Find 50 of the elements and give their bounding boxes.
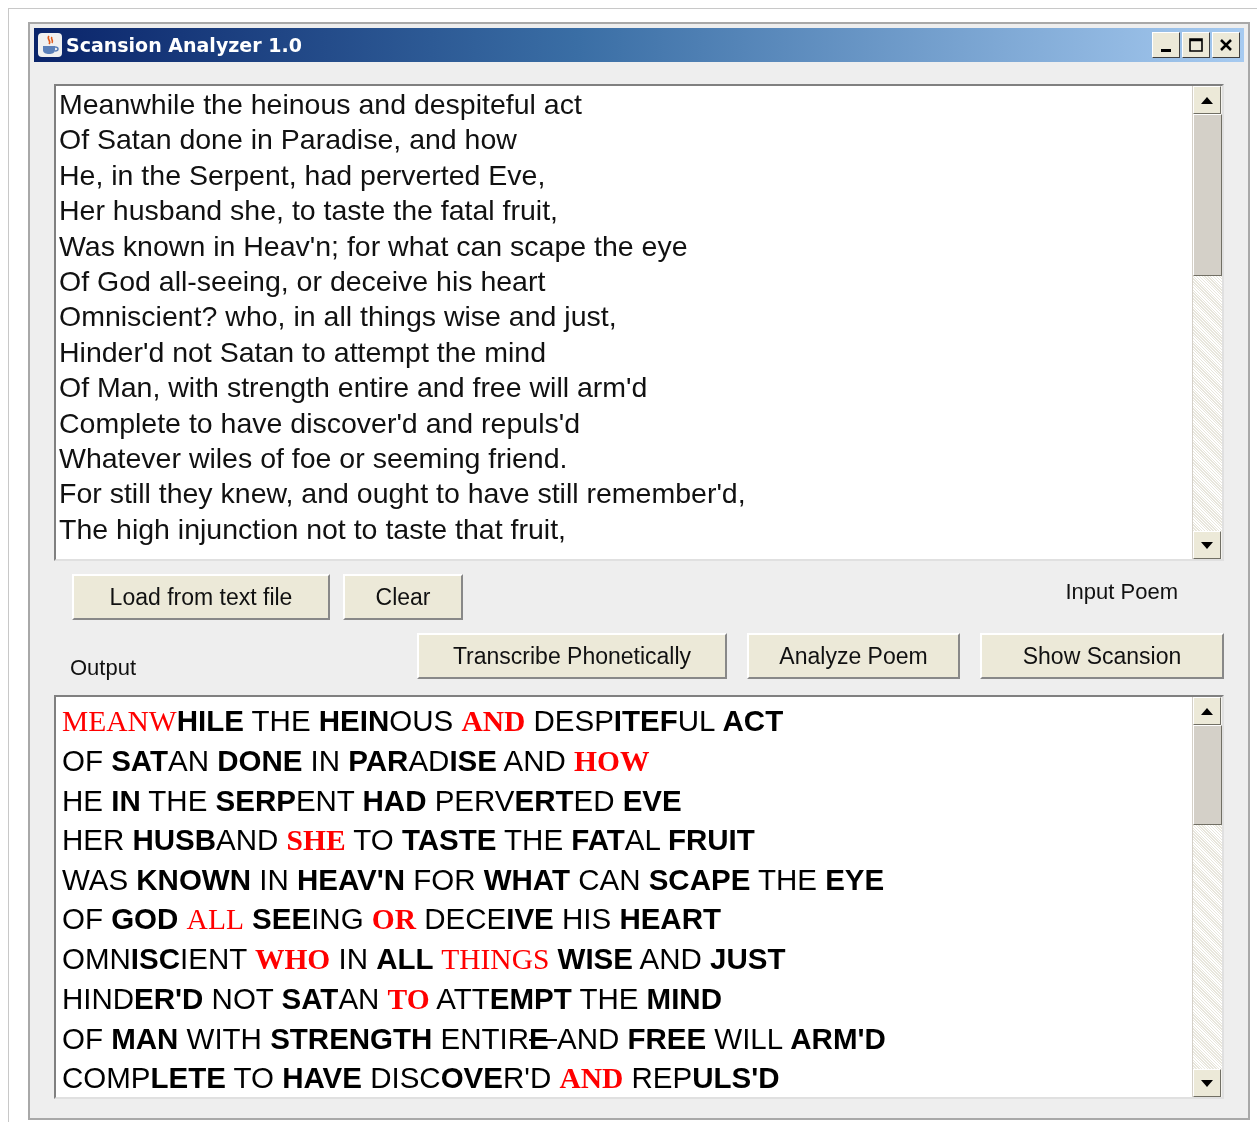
poem-line: He, in the Serpent, had perverted Eve, [59, 157, 546, 193]
output-label: Output [70, 654, 137, 682]
coffee-cup-icon [38, 33, 62, 57]
scansion-line: OF SATAN DONE IN PARADISE AND HOW [62, 743, 650, 779]
poem-line: Was known in Heav'n; for what can scape the eye [59, 228, 688, 264]
maximize-button[interactable] [1182, 32, 1210, 58]
poem-line: Omniscient? who, in all things wise and just, [59, 299, 617, 335]
scansion-line: OMNISCIENT WHO IN ALL THINGS WISE AND JUST [62, 941, 786, 977]
input-text-area[interactable] [54, 84, 1224, 561]
poem-line: Of God all-seeing, or deceive his heart [59, 264, 546, 300]
poem-line: Of Satan done in Paradise, and how [59, 122, 517, 158]
input-poem-label: Input Poem [1065, 578, 1178, 606]
down-arrow-icon [1201, 1079, 1213, 1087]
down-arrow-icon [1201, 541, 1213, 549]
poem-line: Whatever wiles of foe or seeming friend. [59, 441, 568, 477]
up-arrow-icon [1201, 96, 1213, 104]
maximize-icon [1189, 38, 1203, 52]
up-arrow-icon [1201, 707, 1213, 715]
scroll-down-button[interactable] [1193, 1069, 1221, 1097]
poem-line: Hinder'd not Satan to attempt the mind [59, 334, 547, 370]
scansion-line: HE IN THE SERPENT HAD PERVERTED EVE [62, 783, 682, 819]
scrollbar-thumb[interactable] [1193, 725, 1222, 825]
scansion-line: MEANWHILE THE HEINOUS AND DESPITEFUL ACT [62, 703, 784, 739]
window-title: Scansion Analyzer 1.0 [66, 32, 302, 58]
poem-line: Meanwhile the heinous and despiteful act [59, 87, 582, 122]
scrollbar-thumb[interactable] [1193, 114, 1222, 276]
scansion-line: OF GOD ALL SEEING OR DECEIVE HIS HEART [62, 901, 721, 937]
minimize-icon [1161, 48, 1171, 52]
close-button[interactable] [1212, 32, 1240, 58]
scansion-line: HER HUSBAND SHE TO TASTE THE FATAL FRUIT [62, 822, 755, 858]
poem-line: Her husband she, to taste the fatal fruit, [59, 193, 559, 229]
push-button[interactable]: Clear [343, 574, 463, 620]
scansion-line: COMPLETE TO HAVE DISCOVER'D AND REPULS'D [62, 1060, 780, 1096]
minimize-button[interactable] [1152, 32, 1180, 58]
push-button[interactable]: Show Scansion [980, 633, 1224, 679]
scansion-line: OF MAN WITH STRENGTH ENTIRE AND FREE WILL ARM'D [62, 1021, 886, 1057]
poem-line: The high injunction not to taste that fruit, [59, 511, 566, 547]
scansion-line: WAS KNOWN IN HEAV'N FOR WHAT CAN SCAPE THE EYE [62, 862, 885, 898]
close-icon [1220, 39, 1232, 51]
push-button[interactable]: Transcribe Phonetically [417, 633, 727, 679]
scroll-up-button[interactable] [1193, 697, 1221, 725]
poem-line: For still they knew, and ought to have still remember'd, [59, 476, 746, 512]
push-button[interactable]: Analyze Poem [747, 633, 960, 679]
poem-line: Of Man, with strength entire and free will arm'd [59, 370, 648, 406]
scroll-up-button[interactable] [1193, 86, 1221, 114]
output-text-area[interactable] [54, 695, 1224, 1099]
push-button[interactable]: Load from text file [72, 574, 330, 620]
poem-line: Complete to have discover'd and repuls'd [59, 405, 580, 441]
scansion-line: HINDER'D NOT SATAN TO ATTEMPT THE MIND [62, 981, 722, 1017]
scroll-down-button[interactable] [1193, 531, 1221, 559]
